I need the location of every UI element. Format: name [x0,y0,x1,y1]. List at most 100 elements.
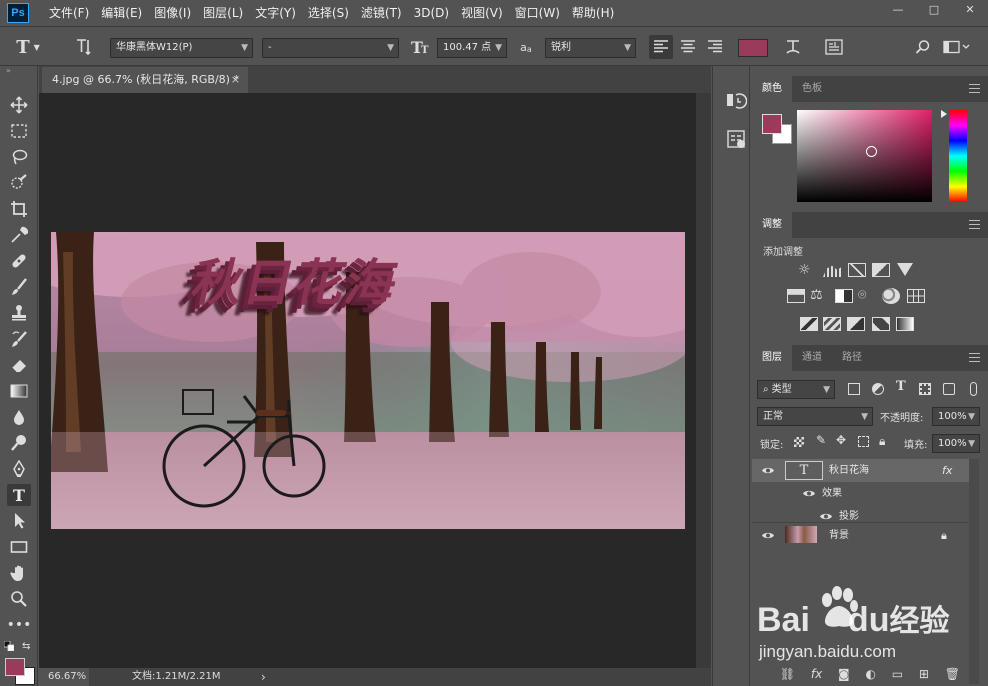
tab-layers[interactable]: 图层 [752,345,792,371]
lock-artboard-icon[interactable] [858,436,869,447]
marquee-icon[interactable] [7,120,31,142]
layer-name[interactable]: 秋日花海 [829,459,869,482]
tool-preset-picker[interactable]: T ▼ [10,35,46,59]
invert-icon[interactable] [800,317,818,331]
status-menu-arrow[interactable]: › [261,668,266,686]
visibility-eye-icon[interactable] [761,531,775,540]
panel-menu-icon[interactable] [969,84,980,93]
lock-position-icon[interactable]: ✥ [836,433,846,447]
photo-filter-icon[interactable]: ⌾ [858,287,866,303]
tab-swatches[interactable]: 色板 [792,76,832,102]
visibility-eye-icon[interactable] [802,489,816,498]
channel-mixer-icon[interactable] [882,288,900,304]
lasso-icon[interactable] [7,146,31,168]
text-color-swatch[interactable] [738,39,768,57]
hue-slider-handle[interactable] [941,110,947,118]
gradient-icon[interactable] [7,380,31,402]
warp-text-icon[interactable] [781,35,805,59]
eraser-icon[interactable] [7,354,31,376]
filter-shape-icon[interactable] [919,383,931,395]
posterize-icon[interactable] [823,317,841,331]
selective-color-icon[interactable] [872,317,890,331]
eyedropper-icon[interactable] [7,224,31,246]
brush-icon[interactable] [7,276,31,298]
stamp-icon[interactable] [7,302,31,324]
hand-icon[interactable] [7,562,31,584]
tab-adjustments[interactable]: 调整 [752,212,792,238]
color-picker-cursor[interactable] [866,146,877,157]
more-icon[interactable]: ••• [7,614,32,636]
restore-button[interactable]: □ [916,0,952,18]
color-balance-icon[interactable]: ⚖ [810,287,823,303]
tab-channels[interactable]: 通道 [792,345,832,371]
lock-pixels-icon[interactable]: ✎ [816,433,826,447]
layer-row-text[interactable]: T 秋日花海 fx [752,459,970,482]
zoom-level[interactable]: 66.67% [39,668,89,686]
menu-help[interactable]: 帮助(H) [566,0,620,26]
menu-edit[interactable]: 编辑(E) [95,0,148,26]
panel-menu-icon[interactable] [969,220,980,229]
threshold-icon[interactable] [847,317,865,331]
blur-icon[interactable] [7,406,31,428]
menu-filter[interactable]: 滤镜(T) [355,0,408,26]
default-colors-icon[interactable] [4,641,14,651]
menu-image[interactable]: 图像(I) [148,0,197,26]
layer-effects-icon[interactable]: fx [942,459,952,482]
filter-pixel-icon[interactable] [848,383,860,395]
character-panel-icon[interactable] [822,35,846,59]
color-panel-foreground[interactable] [762,114,782,134]
path-select-icon[interactable] [7,510,31,532]
font-size-input[interactable]: 100.47 点 ▼ [437,38,507,58]
pen-icon[interactable] [7,458,31,480]
curves-icon[interactable] [848,263,866,277]
vertical-scrollbar[interactable] [696,93,711,668]
antialias-select[interactable]: 锐利 ▼ [545,38,636,58]
gradient-map-icon[interactable] [896,317,914,331]
align-left-button[interactable] [649,35,673,59]
levels-icon[interactable] [823,265,841,277]
color-field[interactable] [797,110,932,202]
fill-input[interactable]: 100% ▼ [932,434,980,453]
visibility-eye-icon[interactable] [761,466,775,475]
canvas-text-layer[interactable]: 秋日花海 [186,243,405,315]
hue-saturation-icon[interactable] [787,289,805,303]
filter-type-icon[interactable]: T [896,379,906,394]
menu-layer[interactable]: 图层(L) [197,0,249,26]
document-tab[interactable]: 4.jpg @ 66.7% (秋日花海, RGB/8) * × [42,67,248,93]
swap-colors-icon[interactable]: ⇆ [22,641,30,652]
filter-smart-object-icon[interactable] [943,383,955,395]
search-icon[interactable] [912,35,934,59]
tab-paths[interactable]: 路径 [832,345,872,371]
layer-effects-row[interactable]: 效果 [752,482,970,505]
menu-window[interactable]: 窗口(W) [509,0,566,26]
menu-view[interactable]: 视图(V) [455,0,509,26]
opacity-input[interactable]: 100% ▼ [932,407,980,426]
vibrance-icon[interactable] [897,263,913,276]
close-button[interactable]: ✕ [952,0,988,18]
minimize-button[interactable]: — [880,0,916,18]
foreground-color-swatch[interactable] [5,658,25,676]
type-icon[interactable]: T [7,484,31,506]
zoom-icon[interactable] [7,588,31,610]
text-orientation-icon[interactable] [72,35,96,59]
menu-3d[interactable]: 3D(D) [408,0,455,26]
visibility-eye-icon[interactable] [819,512,833,521]
history-brush-icon[interactable] [7,328,31,350]
properties-panel-icon[interactable] [725,128,747,150]
dodge-icon[interactable] [7,432,31,454]
align-right-button[interactable] [703,35,727,59]
crop-icon[interactable] [7,198,31,220]
layer-name[interactable]: 背景 [829,523,849,549]
brightness-icon[interactable]: ☼ [798,262,811,278]
lock-all-icon[interactable]: 🔒︎ [879,434,885,449]
color-lookup-icon[interactable] [907,289,925,303]
panel-menu-icon[interactable] [969,353,980,362]
quick-select-icon[interactable] [7,172,31,194]
exposure-icon[interactable] [872,263,890,277]
align-center-button[interactable] [676,35,700,59]
close-tab-icon[interactable]: × [231,67,240,92]
collapse-icon[interactable]: » [6,66,11,75]
font-style-select[interactable]: - ▼ [262,38,399,58]
menu-file[interactable]: 文件(F) [43,0,95,26]
hue-slider[interactable] [949,110,967,202]
